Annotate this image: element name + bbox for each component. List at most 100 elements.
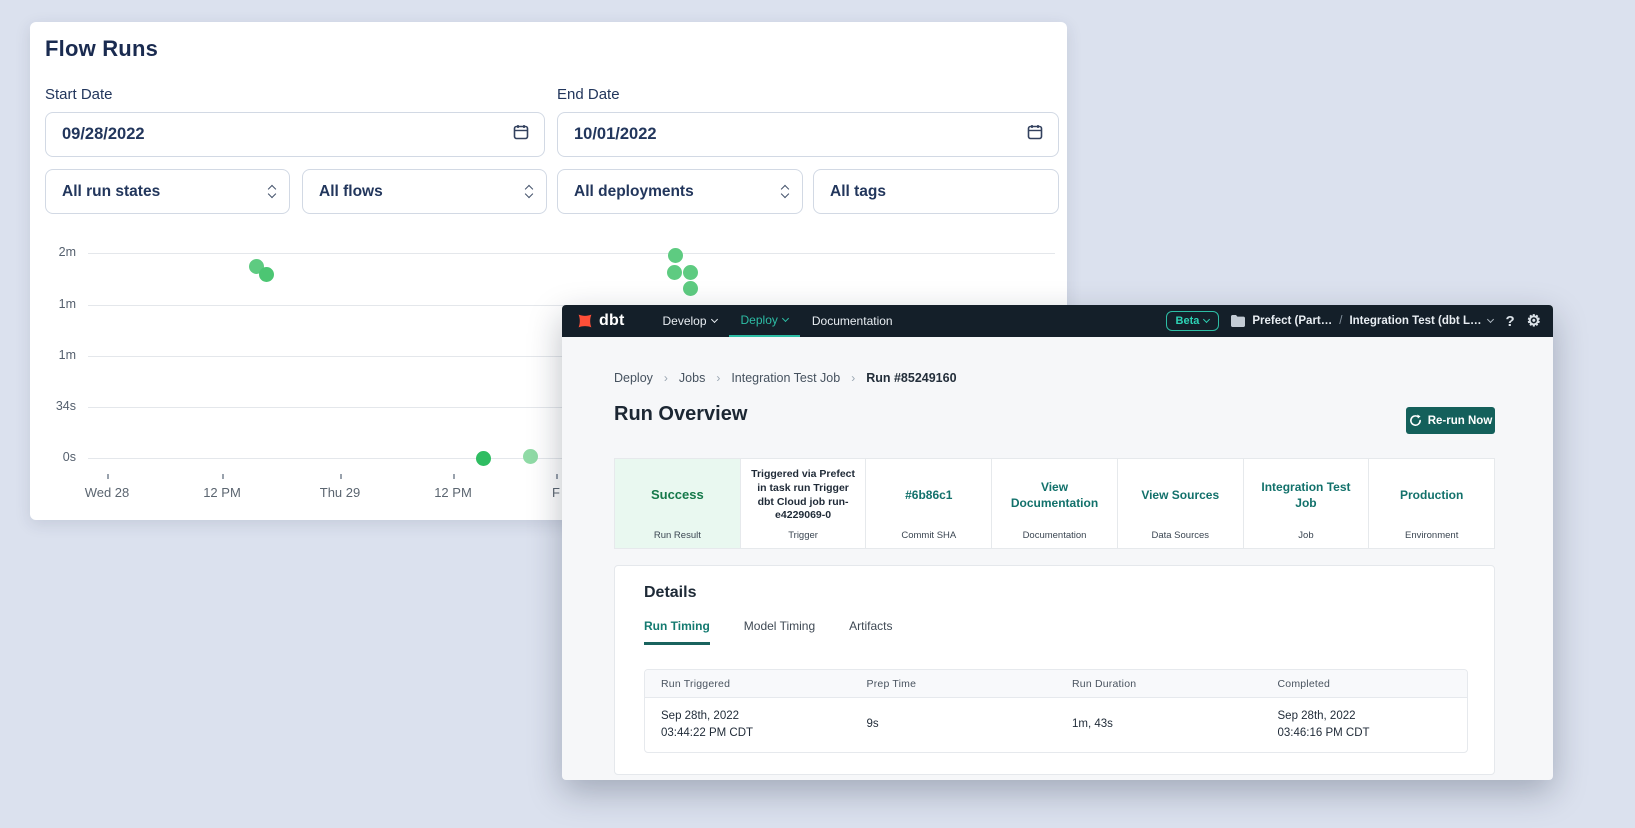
header-run-triggered: Run Triggered — [645, 670, 851, 697]
flow-run-point[interactable] — [668, 248, 683, 263]
cell-prep-time: 9s — [851, 698, 1057, 752]
breadcrumb-separator: › — [716, 371, 720, 385]
flow-run-point[interactable] — [476, 451, 491, 466]
run-result-value: Success — [651, 487, 704, 504]
completed-date: Sep 28th, 2022 — [1278, 708, 1468, 725]
y-axis-tick-label: 1m — [32, 348, 76, 362]
dbt-logo-icon — [576, 312, 594, 330]
x-axis-tick-label: Wed 28 — [72, 485, 142, 500]
dbt-logo[interactable]: dbt — [576, 305, 624, 337]
refresh-icon — [1409, 414, 1422, 427]
folder-icon — [1231, 315, 1245, 327]
breadcrumb-job-name[interactable]: Integration Test Job — [731, 371, 840, 385]
commit-sha-link[interactable]: #6b86c1 — [905, 488, 952, 504]
flow-run-point[interactable] — [667, 265, 682, 280]
project-switcher[interactable]: Prefect (Part… / Integration Test (dbt L… — [1231, 315, 1493, 327]
status-card-trigger: Triggered via Prefect in task run Trigge… — [740, 459, 866, 548]
run-overview-title: Run Overview — [614, 403, 747, 426]
chevron-down-icon — [710, 316, 717, 323]
x-axis-tick-mark — [107, 474, 109, 479]
completed-time: 03:46:16 PM CDT — [1278, 725, 1468, 742]
y-axis-tick-label: 2m — [32, 245, 76, 259]
x-axis-tick-label: 12 PM — [418, 485, 488, 500]
breadcrumb: Deploy › Jobs › Integration Test Job › R… — [614, 371, 957, 385]
data-sources-label: Data Sources — [1118, 530, 1243, 541]
rerun-now-label: Re-run Now — [1428, 415, 1493, 427]
help-icon[interactable]: ? — [1505, 313, 1514, 330]
x-axis-tick-mark — [453, 474, 455, 479]
environment-label: Environment — [1369, 530, 1494, 541]
beta-label: Beta — [1176, 315, 1200, 327]
status-card-commit-sha: #6b86c1 Commit SHA — [865, 459, 991, 548]
job-link[interactable]: Integration Test Job — [1252, 480, 1361, 511]
tab-artifacts[interactable]: Artifacts — [849, 619, 892, 645]
run-duration-value: 1m, 43s — [1072, 716, 1262, 733]
breadcrumb-separator: › — [851, 371, 855, 385]
dbt-logo-text: dbt — [599, 312, 624, 330]
status-card-job: Integration Test Job Job — [1243, 459, 1369, 548]
breadcrumb-separator: › — [664, 371, 668, 385]
x-axis-tick-mark — [340, 474, 342, 479]
status-card-documentation: View Documentation Documentation — [991, 459, 1117, 548]
x-axis-tick-label: 12 PM — [187, 485, 257, 500]
view-documentation-link[interactable]: View Documentation — [1000, 480, 1109, 511]
nav-item-deploy[interactable]: Deploy — [729, 305, 800, 337]
details-title: Details — [644, 584, 696, 602]
x-axis-tick-mark — [556, 474, 558, 479]
cell-completed: Sep 28th, 2022 03:46:16 PM CDT — [1262, 698, 1468, 752]
run-triggered-time: 03:44:22 PM CDT — [661, 725, 851, 742]
details-tabs: Run Timing Model Timing Artifacts — [644, 619, 893, 645]
y-axis-tick-label: 34s — [32, 399, 76, 413]
job-label: Job — [1244, 530, 1369, 541]
run-triggered-date: Sep 28th, 2022 — [661, 708, 851, 725]
environment-name: Integration Test (dbt L… — [1349, 315, 1481, 327]
breadcrumb-jobs[interactable]: Jobs — [679, 371, 705, 385]
gear-icon[interactable]: ⚙ — [1527, 311, 1541, 331]
tab-model-timing[interactable]: Model Timing — [744, 619, 815, 645]
prep-time-value: 9s — [867, 716, 1057, 733]
cell-run-triggered: Sep 28th, 2022 03:44:22 PM CDT — [645, 698, 851, 752]
nav-item-label: Develop — [662, 314, 706, 328]
nav-item-documentation[interactable]: Documentation — [800, 305, 905, 337]
nav-item-develop[interactable]: Develop — [650, 305, 728, 337]
status-card-data-sources: View Sources Data Sources — [1117, 459, 1243, 548]
tab-run-timing[interactable]: Run Timing — [644, 619, 710, 645]
flow-run-point[interactable] — [259, 267, 274, 282]
flow-run-point[interactable] — [523, 449, 538, 464]
x-axis-tick-mark — [222, 474, 224, 479]
documentation-label: Documentation — [992, 530, 1117, 541]
run-timing-table: Run Triggered Prep Time Run Duration Com… — [644, 669, 1468, 753]
dbt-cloud-window: dbt Develop Deploy Documentation Beta Pr… — [562, 305, 1553, 780]
environment-link[interactable]: Production — [1400, 488, 1463, 504]
trigger-value: Triggered via Prefect in task run Trigge… — [749, 468, 858, 523]
chevron-down-icon — [782, 315, 789, 322]
flow-run-point[interactable] — [683, 281, 698, 296]
run-status-summary: Success Run Result Triggered via Prefect… — [614, 458, 1495, 549]
breadcrumb-run-id: Run #85249160 — [866, 371, 956, 385]
chart-gridline — [88, 253, 1055, 254]
header-completed: Completed — [1262, 670, 1468, 697]
nav-item-label: Deploy — [741, 313, 778, 327]
run-result-label: Run Result — [615, 530, 740, 541]
nav-item-label: Documentation — [812, 314, 893, 328]
status-card-environment: Production Environment — [1368, 459, 1494, 548]
table-header-row: Run Triggered Prep Time Run Duration Com… — [645, 670, 1467, 698]
header-run-duration: Run Duration — [1056, 670, 1262, 697]
project-name: Prefect (Part… — [1252, 315, 1332, 327]
trigger-label: Trigger — [741, 530, 866, 541]
rerun-now-button[interactable]: Re-run Now — [1406, 407, 1495, 434]
table-row: Sep 28th, 2022 03:44:22 PM CDT 9s 1m, 43… — [645, 698, 1467, 752]
view-sources-link[interactable]: View Sources — [1141, 488, 1219, 504]
path-separator: / — [1339, 315, 1342, 327]
chevron-down-icon — [1487, 316, 1494, 323]
breadcrumb-deploy[interactable]: Deploy — [614, 371, 653, 385]
status-card-run-result: Success Run Result — [615, 459, 740, 548]
details-panel: Details Run Timing Model Timing Artifact… — [614, 565, 1495, 775]
y-axis-tick-label: 0s — [32, 450, 76, 464]
cell-run-duration: 1m, 43s — [1056, 698, 1262, 752]
x-axis-tick-label: Thu 29 — [305, 485, 375, 500]
beta-dropdown[interactable]: Beta — [1166, 311, 1220, 331]
commit-sha-label: Commit SHA — [866, 530, 991, 541]
chevron-down-icon — [1203, 316, 1210, 323]
flow-run-point[interactable] — [683, 265, 698, 280]
